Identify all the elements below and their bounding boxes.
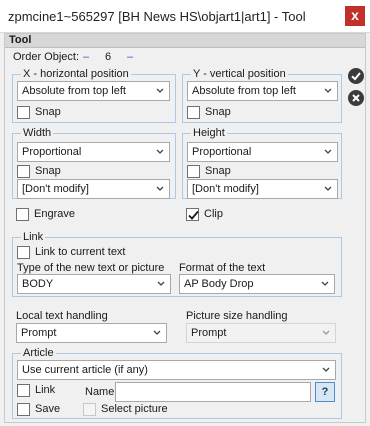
chevron-down-icon <box>151 326 163 340</box>
y-position-title: Y - vertical position <box>191 68 288 80</box>
article-link-label: Link <box>35 384 56 396</box>
chevron-down-icon <box>322 145 334 159</box>
x-snap-label: Snap <box>35 106 61 118</box>
chevron-down-icon <box>155 277 167 291</box>
height-group: Height Proportional Snap [Don't modify] <box>182 127 342 199</box>
type-new-text-label: Type of the new text or picture <box>17 262 165 274</box>
y-position-select[interactable]: Absolute from top left <box>187 81 338 101</box>
article-name-input[interactable] <box>115 382 311 402</box>
article-title: Article <box>21 347 56 359</box>
picture-size-handling-select: Prompt <box>186 323 336 343</box>
order-prev-button[interactable]: – <box>83 51 89 63</box>
title-bar: zpmcine1~565297 [BH News HS\objart1|art1… <box>0 0 370 33</box>
order-next-button[interactable]: – <box>127 51 133 63</box>
width-select[interactable]: Proportional <box>17 142 170 162</box>
chevron-down-icon <box>320 326 332 340</box>
height-select-value: Proportional <box>192 146 252 158</box>
select-picture-label: Select picture <box>101 403 168 415</box>
close-button[interactable]: x <box>345 6 365 26</box>
y-position-group: Y - vertical position Absolute from top … <box>182 68 342 123</box>
article-name-label: Name <box>85 386 115 398</box>
order-value: 6 <box>105 51 112 63</box>
checkmark-icon <box>188 210 199 220</box>
ok-check-icon[interactable] <box>348 68 364 84</box>
clip-checkbox[interactable] <box>186 208 199 221</box>
window-title: zpmcine1~565297 [BH News HS\objart1|art1… <box>8 9 306 24</box>
width-modify-value: [Don't modify] <box>22 183 89 195</box>
link-group: Link Link to current text Type of the ne… <box>12 231 342 297</box>
format-text-value: AP Body Drop <box>184 278 254 290</box>
x-position-select[interactable]: Absolute from top left <box>17 81 170 101</box>
local-text-handling-label: Local text handling <box>16 310 108 322</box>
chevron-down-icon <box>322 84 334 98</box>
x-position-group: X - horizontal position Absolute from to… <box>12 68 176 123</box>
type-new-text-select[interactable]: BODY <box>17 274 171 294</box>
chevron-down-icon <box>154 145 166 159</box>
format-text-label: Format of the text <box>179 262 266 274</box>
panel-header-label: Tool <box>9 34 32 46</box>
format-text-select[interactable]: AP Body Drop <box>179 274 335 294</box>
width-snap-checkbox[interactable] <box>17 165 30 178</box>
local-text-handling-select[interactable]: Prompt <box>16 323 167 343</box>
select-picture-checkbox <box>83 403 96 416</box>
width-group: Width Proportional Snap [Don't modify] <box>12 127 176 199</box>
clip-label: Clip <box>204 208 223 220</box>
type-new-text-value: BODY <box>22 278 54 290</box>
chevron-down-icon <box>319 277 331 291</box>
height-snap-checkbox[interactable] <box>187 165 200 178</box>
picture-size-handling-label: Picture size handling <box>186 310 288 322</box>
article-select[interactable]: Use current article (if any) <box>17 360 336 380</box>
width-select-value: Proportional <box>22 146 82 158</box>
height-snap-label: Snap <box>205 165 231 177</box>
order-object-label: Order Object: <box>13 51 80 63</box>
width-modify-select[interactable]: [Don't modify] <box>17 179 170 199</box>
engrave-label: Engrave <box>34 208 75 220</box>
article-save-label: Save <box>35 403 61 415</box>
x-snap-checkbox[interactable] <box>17 106 30 119</box>
engrave-checkbox[interactable] <box>16 208 29 221</box>
tool-panel: Tool Order Object: – 6 – X - horizontal … <box>4 33 366 423</box>
chevron-down-icon <box>154 84 166 98</box>
y-snap-checkbox[interactable] <box>187 106 200 119</box>
help-button[interactable]: ? <box>315 382 335 402</box>
x-position-select-value: Absolute from top left <box>22 85 126 97</box>
height-modify-select[interactable]: [Don't modify] <box>187 179 338 199</box>
panel-header: Tool <box>5 34 365 48</box>
height-select[interactable]: Proportional <box>187 142 338 162</box>
chevron-down-icon <box>320 363 332 377</box>
chevron-down-icon <box>154 182 166 196</box>
width-snap-label: Snap <box>35 165 61 177</box>
local-text-handling-value: Prompt <box>21 327 57 339</box>
link-current-text-label: Link to current text <box>35 246 126 258</box>
y-position-select-value: Absolute from top left <box>192 85 296 97</box>
height-modify-value: [Don't modify] <box>192 183 259 195</box>
picture-size-handling-value: Prompt <box>191 327 227 339</box>
article-save-checkbox[interactable] <box>17 403 30 416</box>
height-title: Height <box>191 127 227 139</box>
link-current-text-checkbox[interactable] <box>17 246 30 259</box>
article-select-value: Use current article (if any) <box>22 364 148 376</box>
article-group: Article Use current article (if any) Lin… <box>12 347 342 419</box>
width-title: Width <box>21 127 54 139</box>
article-link-checkbox[interactable] <box>17 384 30 397</box>
link-title: Link <box>21 231 46 243</box>
chevron-down-icon <box>322 182 334 196</box>
x-position-title: X - horizontal position <box>21 68 131 80</box>
y-snap-label: Snap <box>205 106 231 118</box>
cancel-x-icon[interactable] <box>348 90 364 106</box>
